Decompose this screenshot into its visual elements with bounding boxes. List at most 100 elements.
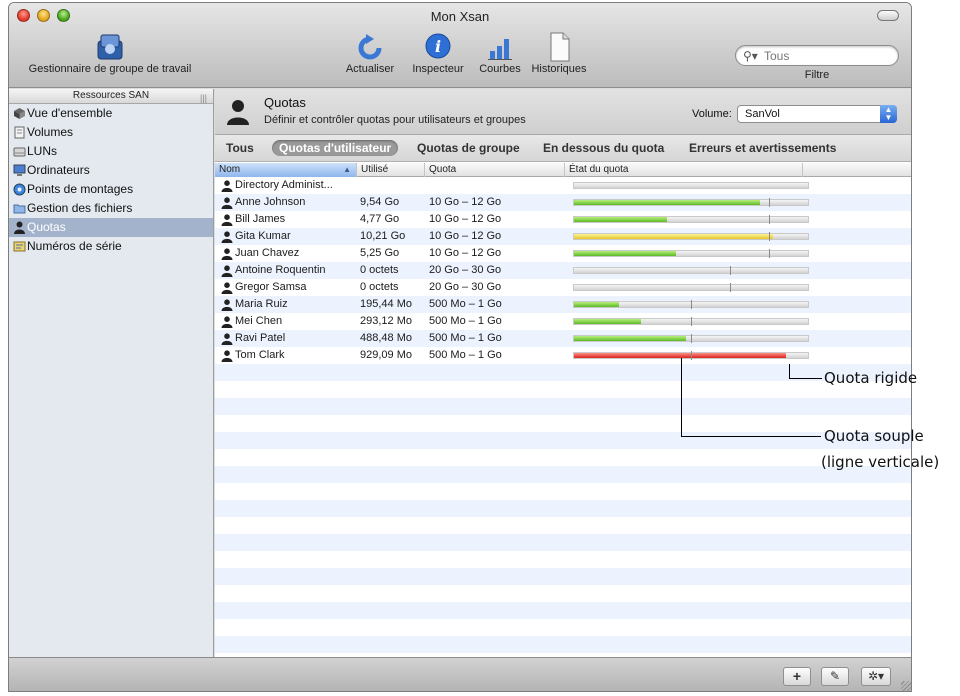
- lun-icon: [13, 147, 26, 157]
- soft-quota-callout-line: [681, 358, 682, 437]
- sidebar-resize-grip-icon[interactable]: |||: [200, 91, 207, 105]
- table-body: Directory Administ... Anne Johnson 9,54 Go…: [215, 177, 911, 653]
- table-row-empty: [215, 398, 911, 415]
- refresh-icon: [358, 34, 382, 60]
- cell-quota: 10 Go – 12 Go: [429, 230, 502, 242]
- column-header-quota[interactable]: Quota: [425, 163, 565, 177]
- table-row[interactable]: Gregor Samsa 0 octets 20 Go – 30 Go: [215, 279, 911, 296]
- table-row[interactable]: Juan Chavez 5,25 Go 10 Go – 12 Go: [215, 245, 911, 262]
- quota-usage-fill: [574, 200, 760, 205]
- action-menu-button[interactable]: ✲▾: [861, 667, 891, 686]
- table-row[interactable]: Maria Ruiz 195,44 Mo 500 Mo – 1 Go: [215, 296, 911, 313]
- sidebar-item-person[interactable]: Quotas: [9, 218, 213, 237]
- add-button[interactable]: +: [783, 667, 811, 686]
- quota-status-bar: [573, 334, 809, 343]
- filter-user-quotas[interactable]: Quotas d'utilisateur: [272, 140, 399, 156]
- sidebar: Ressources SAN ||| Vue d'ensemble Volumes…: [9, 89, 214, 657]
- quota-status-bar: [573, 215, 809, 224]
- column-header-state[interactable]: État du quota: [565, 163, 803, 177]
- soft-quota-marker: [691, 334, 692, 343]
- table-row[interactable]: Bill James 4,77 Go 10 Go – 12 Go: [215, 211, 911, 228]
- charts-button[interactable]: Courbes: [473, 31, 527, 75]
- window-resize-grip-icon[interactable]: [901, 681, 911, 691]
- cell-used: 0 octets: [360, 281, 399, 293]
- volume-label: Volume:: [692, 108, 732, 120]
- cell-quota: 500 Mo – 1 Go: [429, 315, 502, 327]
- filter-group-quotas[interactable]: Quotas de groupe: [417, 141, 520, 155]
- hard-quota-callout-line: [789, 364, 790, 379]
- cell-name: Antoine Roquentin: [235, 264, 326, 276]
- cell-name: Anne Johnson: [235, 196, 306, 208]
- search-input[interactable]: [764, 48, 892, 63]
- section-description: Définir et contrôler quotas pour utilisa…: [264, 114, 526, 126]
- person-icon: [221, 197, 233, 209]
- table-row[interactable]: Ravi Patel 488,48 Mo 500 Mo – 1 Go: [215, 330, 911, 347]
- column-header-name-label: Nom: [219, 164, 241, 175]
- sidebar-item-volumes[interactable]: Volumes: [9, 123, 213, 142]
- table-row[interactable]: Antoine Roquentin 0 octets 20 Go – 30 Go: [215, 262, 911, 279]
- table-row[interactable]: Gita Kumar 10,21 Go 10 Go – 12 Go: [215, 228, 911, 245]
- person-icon: [221, 316, 233, 328]
- quota-status-bar: [573, 351, 809, 360]
- info-icon: i: [425, 33, 451, 59]
- title-toolbar: Mon Xsan Gestionnaire de groupe de trava…: [9, 3, 911, 88]
- person-icon: [221, 299, 233, 311]
- bottom-bar: + ✎ ✲▾: [9, 657, 911, 691]
- sidebar-item-label: LUNs: [27, 144, 58, 158]
- refresh-label: Actualiser: [345, 63, 395, 75]
- soft-quota-marker: [691, 351, 692, 360]
- quota-status-bar: [573, 198, 809, 207]
- table-row-empty: [215, 517, 911, 534]
- inspector-button[interactable]: i Inspecteur: [405, 31, 471, 75]
- table-row-empty: [215, 466, 911, 483]
- toolbar-toggle-button[interactable]: [877, 10, 899, 21]
- filter-all[interactable]: Tous: [226, 141, 254, 155]
- filter-errors-warnings[interactable]: Erreurs et avertissements: [689, 141, 836, 155]
- cell-used: [360, 177, 424, 194]
- filter-below-quota[interactable]: En dessous du quota: [543, 141, 664, 155]
- soft-quota-marker: [730, 266, 731, 275]
- workgroup-manager-button[interactable]: Gestionnaire de groupe de travail: [15, 31, 205, 75]
- search-field[interactable]: ⚲▾: [735, 45, 899, 66]
- table-row-empty: [215, 449, 911, 466]
- sidebar-item-overview[interactable]: Vue d'ensemble: [9, 104, 213, 123]
- cell-name: Ravi Patel: [235, 332, 286, 344]
- charts-label: Courbes: [479, 63, 521, 75]
- filter-label: Filtre: [804, 69, 830, 81]
- person-icon: [221, 231, 233, 243]
- workgroup-manager-icon: [97, 34, 123, 60]
- column-header-name[interactable]: Nom ▲: [215, 163, 357, 177]
- sidebar-item-mount-points[interactable]: Points de montages: [9, 180, 213, 199]
- sidebar-item-folder[interactable]: Gestion des fichiers: [9, 199, 213, 218]
- hard-quota-callout-line: [789, 378, 822, 379]
- sidebar-item-label: Numéros de série: [27, 239, 122, 253]
- sidebar-item-label: Quotas: [27, 220, 66, 234]
- sidebar-item-serial-numbers[interactable]: Numéros de série: [9, 237, 213, 256]
- table-row-empty: [215, 568, 911, 585]
- person-icon: [221, 333, 233, 345]
- cell-used: 9,54 Go: [360, 196, 400, 208]
- quota-usage-fill: [574, 353, 786, 358]
- table-row-empty: [215, 551, 911, 568]
- soft-quota-callout-line: [681, 436, 821, 437]
- person-icon: [221, 282, 233, 294]
- quota-usage-fill: [574, 251, 676, 256]
- table-row[interactable]: Tom Clark 929,09 Mo 500 Mo – 1 Go: [215, 347, 911, 364]
- table-row-empty: [215, 432, 911, 449]
- edit-button[interactable]: ✎: [821, 667, 849, 686]
- logs-button[interactable]: Historiques: [527, 31, 591, 75]
- sidebar-item-computer[interactable]: Ordinateurs: [9, 161, 213, 180]
- refresh-button[interactable]: Actualiser: [341, 31, 399, 75]
- quota-table: Nom ▲ Utilisé Quota État du quota Direct…: [215, 163, 911, 653]
- table-row[interactable]: Directory Administ...: [215, 177, 911, 194]
- table-row[interactable]: Anne Johnson 9,54 Go 10 Go – 12 Go: [215, 194, 911, 211]
- quota-usage-fill: [574, 319, 641, 324]
- cell-used: 195,44 Mo: [360, 298, 412, 310]
- quota-status-bar: [573, 232, 809, 241]
- soft-quota-marker: [730, 283, 731, 292]
- table-row[interactable]: Mei Chen 293,12 Mo 500 Mo – 1 Go: [215, 313, 911, 330]
- column-header-used[interactable]: Utilisé: [357, 163, 425, 177]
- volume-select[interactable]: SanVol ▲ ▼: [737, 105, 897, 123]
- table-row-empty: [215, 534, 911, 551]
- sidebar-item-lun[interactable]: LUNs: [9, 142, 213, 161]
